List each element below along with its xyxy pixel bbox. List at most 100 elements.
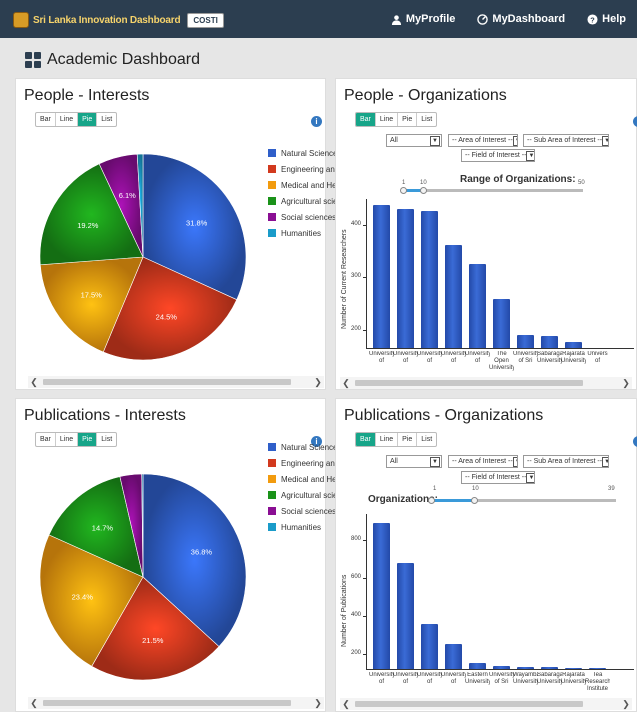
legend-swatch	[268, 149, 276, 157]
legend-item[interactable]: Medical and Health Sciences	[268, 471, 344, 487]
y-tick-label: 300	[351, 273, 362, 280]
legend-item[interactable]: Social sciences	[268, 503, 344, 519]
sub-area-select[interactable]: -- Sub Area of Interest --▼	[523, 455, 609, 468]
filter-all-select[interactable]: All ▼	[386, 455, 442, 468]
legend-item[interactable]: Agricultural sciences	[268, 487, 344, 503]
info-icon[interactable]: i	[633, 116, 637, 127]
scroll-left-icon[interactable]: ❮	[340, 698, 352, 710]
scroll-left-icon[interactable]: ❮	[340, 377, 352, 389]
bar[interactable]	[421, 210, 438, 348]
scroll-right-icon[interactable]: ❯	[312, 376, 324, 388]
legend-item[interactable]: Humanities	[268, 225, 344, 241]
tab-bar[interactable]: Bar	[356, 113, 376, 126]
bar[interactable]	[397, 563, 414, 669]
panel-publications-interests: Publications - Interests Bar Line Pie Li…	[15, 398, 344, 712]
bar[interactable]	[541, 667, 558, 669]
bar[interactable]	[445, 644, 462, 669]
range-slider-max-handle[interactable]	[471, 497, 478, 504]
filter-all-select[interactable]: All ▼	[386, 134, 442, 147]
legend-item[interactable]: Engineering and Technology	[268, 455, 344, 471]
bar[interactable]	[469, 663, 486, 669]
tab-pie[interactable]: Pie	[78, 433, 98, 446]
area-of-interest-select[interactable]: -- Area of Interest --▼	[448, 134, 518, 147]
bar[interactable]	[373, 205, 390, 348]
legend-item[interactable]: Humanities	[268, 519, 344, 535]
nav-myprofile[interactable]: MyProfile	[380, 0, 467, 38]
x-axis	[366, 669, 634, 670]
bar[interactable]	[397, 209, 414, 348]
range-slider-track[interactable]	[403, 189, 583, 192]
scroll-thumb[interactable]	[43, 700, 291, 706]
info-icon[interactable]: i	[633, 436, 637, 447]
scroll-thumb[interactable]	[43, 379, 291, 385]
tab-bar[interactable]: Bar	[356, 433, 376, 446]
bar[interactable]	[589, 668, 606, 669]
area-of-interest-select[interactable]: -- Area of Interest --▼	[448, 455, 518, 468]
scroll-right-icon[interactable]: ❯	[620, 698, 632, 710]
bar[interactable]	[445, 245, 462, 348]
horizontal-scrollbar[interactable]: ❮ ❯	[28, 697, 324, 709]
tab-list[interactable]: List	[417, 433, 436, 446]
range-min-label: 1	[433, 486, 437, 492]
nav-help[interactable]: ? Help	[576, 0, 637, 38]
tab-line[interactable]: Line	[376, 433, 399, 446]
field-of-interest-select[interactable]: -- Field of Interest -- ▼	[461, 149, 535, 162]
sub-area-select[interactable]: -- Sub Area of Interest --▼	[523, 134, 609, 147]
y-axis	[366, 199, 367, 348]
bar[interactable]	[565, 667, 582, 669]
x-tick-label: Tea Research Institute	[585, 672, 610, 692]
bar[interactable]	[493, 299, 510, 348]
y-tick	[363, 540, 366, 542]
horizontal-scrollbar[interactable]: ❮ ❯	[340, 377, 632, 389]
pie-slice-label: 31.8%	[186, 218, 208, 227]
bar[interactable]	[517, 334, 534, 348]
y-tick	[363, 277, 366, 279]
legend-item[interactable]: Natural Science	[268, 145, 344, 161]
tab-list[interactable]: List	[417, 113, 436, 126]
bar[interactable]	[565, 342, 582, 348]
range-slider-min-handle[interactable]	[428, 497, 435, 504]
bar[interactable]	[373, 522, 390, 669]
bar[interactable]	[517, 667, 534, 669]
legend-label: Social sciences	[281, 212, 337, 222]
bar[interactable]	[469, 263, 486, 348]
tab-bar[interactable]: Bar	[36, 113, 56, 126]
bar[interactable]	[493, 665, 510, 669]
bar[interactable]	[541, 335, 558, 348]
scroll-thumb[interactable]	[355, 701, 583, 707]
legend-label: Humanities	[281, 522, 322, 532]
info-icon[interactable]: i	[311, 116, 322, 127]
tab-pie[interactable]: Pie	[398, 433, 418, 446]
range-slider-min-handle[interactable]	[400, 187, 407, 194]
scroll-thumb[interactable]	[355, 380, 583, 386]
scroll-left-icon[interactable]: ❮	[28, 376, 40, 388]
legend-item[interactable]: Engineering and Technology	[268, 161, 344, 177]
legend-item[interactable]: Natural Science	[268, 439, 344, 455]
legend-item[interactable]: Medical and Health Sciences	[268, 177, 344, 193]
nav-mydashboard[interactable]: MyDashboard	[466, 0, 576, 38]
brand[interactable]: Sri Lanka Innovation Dashboard COSTI	[13, 11, 224, 29]
x-tick-label: Rajarata University	[561, 672, 586, 685]
tab-pie[interactable]: Pie	[398, 113, 418, 126]
horizontal-scrollbar[interactable]: ❮ ❯	[340, 698, 632, 710]
tab-bar[interactable]: Bar	[36, 433, 56, 446]
tab-pie[interactable]: Pie	[78, 113, 98, 126]
field-of-interest-select[interactable]: -- Field of Interest -- ▼	[461, 471, 535, 484]
horizontal-scrollbar[interactable]: ❮ ❯	[28, 376, 324, 388]
tab-list[interactable]: List	[97, 433, 116, 446]
legend-swatch	[268, 523, 276, 531]
legend-item[interactable]: Agricultural sciences	[268, 193, 344, 209]
scroll-right-icon[interactable]: ❯	[620, 377, 632, 389]
y-tick-label: 800	[351, 536, 362, 543]
tab-line[interactable]: Line	[56, 433, 79, 446]
bar[interactable]	[421, 624, 438, 669]
range-slider-max-handle[interactable]	[420, 187, 427, 194]
tab-line[interactable]: Line	[376, 113, 399, 126]
scroll-right-icon[interactable]: ❯	[312, 697, 324, 709]
scroll-left-icon[interactable]: ❮	[28, 697, 40, 709]
chart-type-tabs: Bar Line Pie List	[355, 432, 438, 447]
tab-line[interactable]: Line	[56, 113, 79, 126]
tab-list[interactable]: List	[97, 113, 116, 126]
legend-item[interactable]: Social sciences	[268, 209, 344, 225]
chevron-down-icon: ▼	[526, 150, 534, 161]
